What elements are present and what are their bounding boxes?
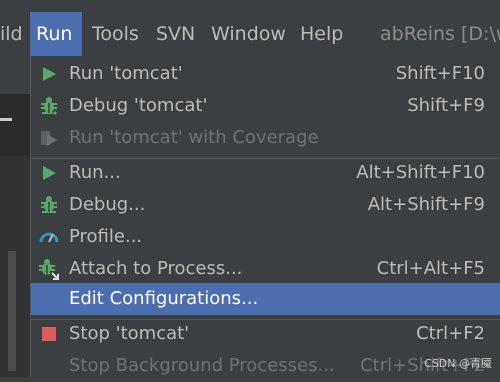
menu-item-run-dialog[interactable]: Run... Alt+Shift+F10 (31, 157, 500, 189)
menu-item-run-tomcat[interactable]: Run 'tomcat' Shift+F10 (31, 58, 500, 90)
menu-item-label: Run... (69, 162, 121, 183)
menu-item-label: Debug 'tomcat' (69, 95, 208, 116)
menu-bar: ild Run Tools SVN Window Help abReins [D… (0, 0, 500, 56)
bug-icon (38, 194, 60, 216)
menu-item-debug-tomcat[interactable]: Debug 'tomcat' Shift+F9 (31, 90, 500, 122)
menu-help[interactable]: Help (294, 12, 349, 56)
panel-header (0, 56, 30, 94)
menu-item-profile[interactable]: Profile... (31, 221, 500, 253)
menu-item-attach-to-process[interactable]: Attach to Process... Ctrl+Alt+F5 (31, 253, 500, 285)
attach-bug-icon (38, 258, 60, 280)
menu-tools[interactable]: Tools (86, 12, 145, 56)
menu-item-shortcut: Alt+Shift+F9 (367, 194, 485, 215)
editor-side-panel (0, 56, 30, 377)
play-icon (38, 162, 60, 184)
project-title: abReins [D:\wo (380, 23, 500, 45)
menu-item-run-with-coverage[interactable]: Run 'tomcat' with Coverage (31, 122, 500, 154)
panel-scrollbar[interactable] (8, 251, 16, 371)
panel-marker (0, 118, 12, 121)
menu-item-debug-dialog[interactable]: Debug... Alt+Shift+F9 (31, 189, 500, 221)
menu-item-label: Stop Background Processes... (69, 355, 335, 376)
watermark: CSDN @青魇 (424, 357, 492, 370)
menu-run[interactable]: Run (30, 12, 82, 56)
menu-item-shortcut: Ctrl+F2 (416, 323, 485, 344)
run-menu-dropdown: Run 'tomcat' Shift+F10 Debug 'tomcat' Sh… (30, 56, 500, 377)
menu-svn[interactable]: SVN (150, 12, 201, 56)
gauge-icon (38, 226, 60, 248)
menu-item-shortcut: Shift+F9 (407, 95, 485, 116)
coverage-icon (38, 127, 60, 149)
menu-item-label: Debug... (69, 194, 146, 215)
menu-window[interactable]: Window (205, 12, 292, 56)
menu-item-shortcut: Shift+F10 (395, 63, 485, 84)
play-icon (38, 63, 60, 85)
menu-build[interactable]: ild (0, 12, 29, 56)
bug-icon (38, 95, 60, 117)
menu-item-label: Attach to Process... (69, 258, 243, 279)
menu-item-label: Run 'tomcat' with Coverage (69, 127, 319, 148)
menu-item-label: Edit Configurations... (69, 288, 259, 309)
menu-item-stop-tomcat[interactable]: Stop 'tomcat' Ctrl+F2 (31, 318, 500, 350)
stop-icon (38, 323, 60, 345)
menu-item-label: Profile... (69, 226, 143, 247)
menu-item-edit-configurations[interactable]: Edit Configurations... (31, 283, 500, 315)
menu-item-shortcut: Alt+Shift+F10 (356, 162, 485, 183)
menu-item-label: Run 'tomcat' (69, 63, 183, 84)
menu-item-label: Stop 'tomcat' (69, 323, 190, 344)
menu-item-shortcut: Ctrl+Alt+F5 (376, 258, 485, 279)
